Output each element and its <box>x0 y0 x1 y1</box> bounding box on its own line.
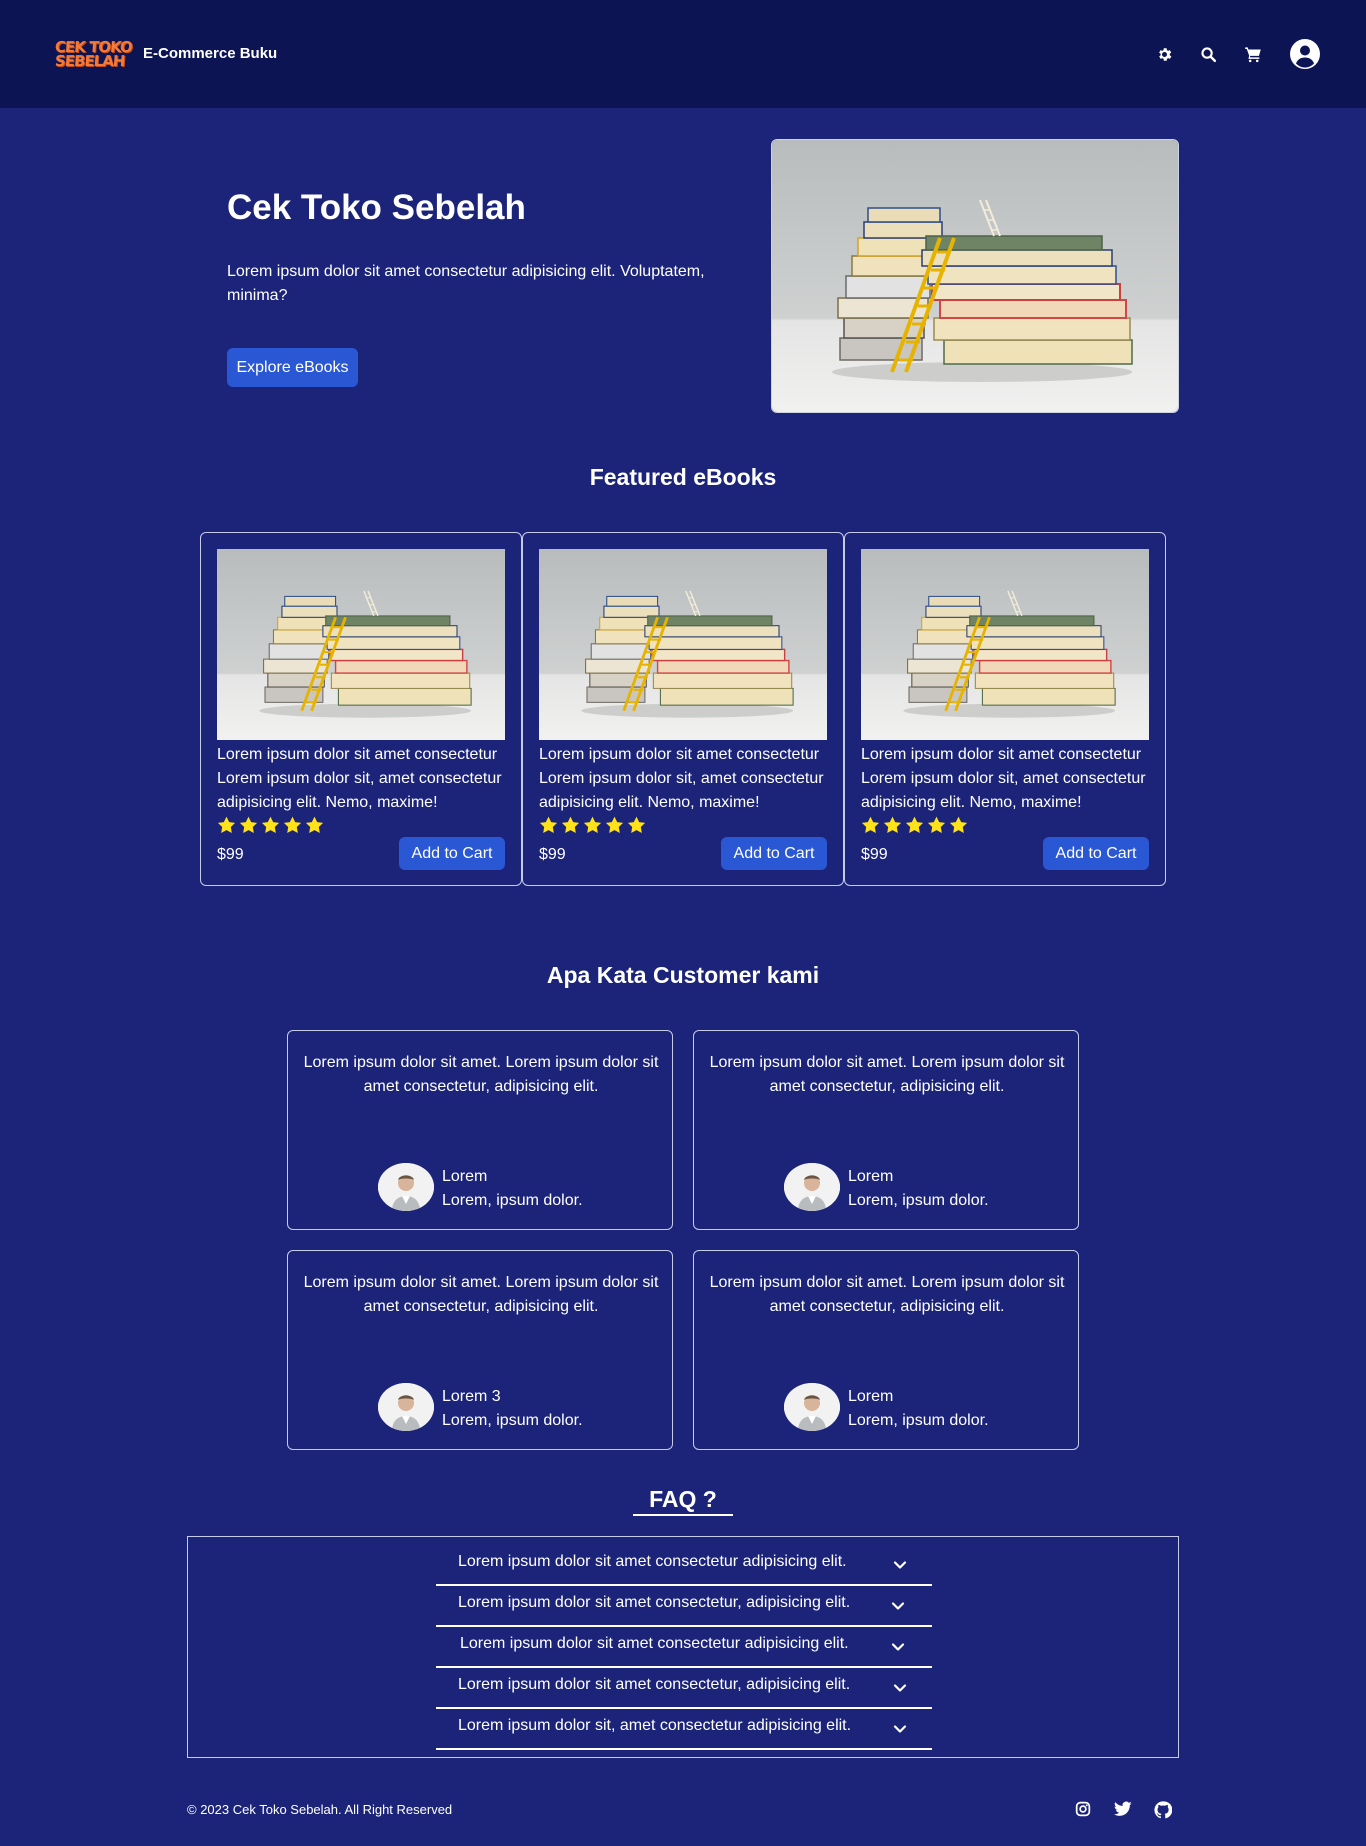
faq-title: FAQ ? <box>649 1486 717 1512</box>
product-image[interactable] <box>217 549 505 740</box>
hero-description: Lorem ipsum dolor sit amet consectetur a… <box>227 263 705 304</box>
testimonial-role: Lorem, ipsum dolor. <box>848 1192 989 1209</box>
chevron-down-icon[interactable] <box>892 1557 908 1573</box>
instagram-icon[interactable] <box>1075 1801 1093 1819</box>
star-icon <box>217 816 236 839</box>
testimonial-name: Lorem <box>848 1388 894 1405</box>
testimonial-card: Lorem ipsum dolor sit amet. Lorem ipsum … <box>693 1250 1079 1450</box>
product-image[interactable] <box>861 549 1149 740</box>
user-circle-icon[interactable] <box>1290 39 1320 69</box>
faq-question: Lorem ipsum dolor sit, amet consectetur … <box>458 1717 852 1734</box>
twitter-icon[interactable] <box>1114 1801 1132 1819</box>
add-to-cart-button[interactable]: Add to Cart <box>399 837 505 870</box>
star-icon <box>583 816 602 839</box>
product-description: Lorem ipsum dolor sit amet consectetur L… <box>861 746 1146 811</box>
testimonial-quote: Lorem ipsum dolor sit amet. Lorem ipsum … <box>303 1274 659 1315</box>
testimonial-role: Lorem, ipsum dolor. <box>848 1412 989 1429</box>
hero-book-stack-image <box>771 139 1179 413</box>
product-description: Lorem ipsum dolor sit amet consectetur L… <box>217 746 502 811</box>
brand-name[interactable]: E-Commerce Buku <box>143 45 277 62</box>
star-icon <box>883 816 902 839</box>
chevron-down-icon[interactable] <box>892 1680 908 1696</box>
testimonial-role: Lorem, ipsum dolor. <box>442 1192 583 1209</box>
star-icon <box>927 816 946 839</box>
testimonial-quote: Lorem ipsum dolor sit amet. Lorem ipsum … <box>709 1054 1065 1095</box>
github-icon[interactable] <box>1154 1801 1173 1819</box>
testimonial-name: Lorem <box>848 1168 894 1185</box>
product-image[interactable] <box>539 549 827 740</box>
faq-title-underline <box>633 1514 733 1516</box>
star-rating <box>861 816 968 839</box>
star-icon <box>261 816 280 839</box>
featured-title: Featured eBooks <box>589 464 777 490</box>
star-icon <box>627 816 646 839</box>
testimonial-name: Lorem 3 <box>442 1388 501 1405</box>
faq-question: Lorem ipsum dolor sit amet consectetur, … <box>458 1594 851 1611</box>
testimonial-name: Lorem <box>442 1168 488 1185</box>
star-icon <box>283 816 302 839</box>
testimonial-card: Lorem ipsum dolor sit amet. Lorem ipsum … <box>287 1030 673 1230</box>
testimonial-card: Lorem ipsum dolor sit amet. Lorem ipsum … <box>287 1250 673 1450</box>
hero-title: Cek Toko Sebelah <box>227 188 526 227</box>
gear-icon[interactable] <box>1154 44 1174 64</box>
avatar <box>378 1383 434 1431</box>
chevron-down-icon[interactable] <box>890 1598 906 1614</box>
add-to-cart-button[interactable]: Add to Cart <box>1043 837 1149 870</box>
star-icon <box>305 816 324 839</box>
faq-item[interactable]: Lorem ipsum dolor sit amet consectetur a… <box>436 1545 932 1586</box>
avatar <box>784 1163 840 1211</box>
faq-question: Lorem ipsum dolor sit amet consectetur a… <box>458 1553 847 1570</box>
logo-line-2: SEBELAH <box>54 52 126 70</box>
star-icon <box>239 816 258 839</box>
star-icon <box>861 816 880 839</box>
testimonial-card: Lorem ipsum dolor sit amet. Lorem ipsum … <box>693 1030 1079 1230</box>
avatar <box>784 1383 840 1431</box>
chevron-down-icon[interactable] <box>890 1639 906 1655</box>
product-card: Lorem ipsum dolor sit amet consectetur L… <box>200 532 522 886</box>
faq-question: Lorem ipsum dolor sit amet consectetur, … <box>458 1676 851 1693</box>
product-description: Lorem ipsum dolor sit amet consectetur L… <box>539 746 824 811</box>
star-icon <box>605 816 624 839</box>
search-icon[interactable] <box>1198 44 1218 64</box>
chevron-down-icon[interactable] <box>892 1721 908 1737</box>
testimonials-title: Apa Kata Customer kami <box>546 962 820 988</box>
navbar: CEK TOKO SEBELAH E-Commerce Buku <box>0 0 1366 108</box>
product-price: $99 <box>217 846 244 863</box>
explore-ebooks-button[interactable]: Explore eBooks <box>227 348 358 387</box>
star-icon <box>561 816 580 839</box>
star-rating <box>217 816 324 839</box>
star-icon <box>539 816 558 839</box>
product-price: $99 <box>539 846 566 863</box>
faq-item[interactable]: Lorem ipsum dolor sit amet consectetur, … <box>436 1586 932 1627</box>
faq-item[interactable]: Lorem ipsum dolor sit amet consectetur, … <box>436 1668 932 1709</box>
star-icon <box>949 816 968 839</box>
faq-question: Lorem ipsum dolor sit amet consectetur a… <box>460 1635 849 1652</box>
faq-item[interactable]: Lorem ipsum dolor sit, amet consectetur … <box>436 1709 932 1750</box>
logo[interactable]: CEK TOKO SEBELAH <box>54 38 132 72</box>
testimonial-quote: Lorem ipsum dolor sit amet. Lorem ipsum … <box>303 1054 659 1095</box>
faq-item[interactable]: Lorem ipsum dolor sit amet consectetur a… <box>436 1627 932 1668</box>
copyright: © 2023 Cek Toko Sebelah. All Right Reser… <box>187 1802 453 1817</box>
star-rating <box>539 816 646 839</box>
add-to-cart-button[interactable]: Add to Cart <box>721 837 827 870</box>
star-icon <box>905 816 924 839</box>
avatar <box>378 1163 434 1211</box>
testimonial-role: Lorem, ipsum dolor. <box>442 1412 583 1429</box>
product-card: Lorem ipsum dolor sit amet consectetur L… <box>844 532 1166 886</box>
product-card: Lorem ipsum dolor sit amet consectetur L… <box>522 532 844 886</box>
cart-icon[interactable] <box>1243 44 1263 64</box>
product-price: $99 <box>861 846 888 863</box>
testimonial-quote: Lorem ipsum dolor sit amet. Lorem ipsum … <box>709 1274 1065 1315</box>
faq-container: Lorem ipsum dolor sit amet consectetur a… <box>187 1536 1179 1758</box>
